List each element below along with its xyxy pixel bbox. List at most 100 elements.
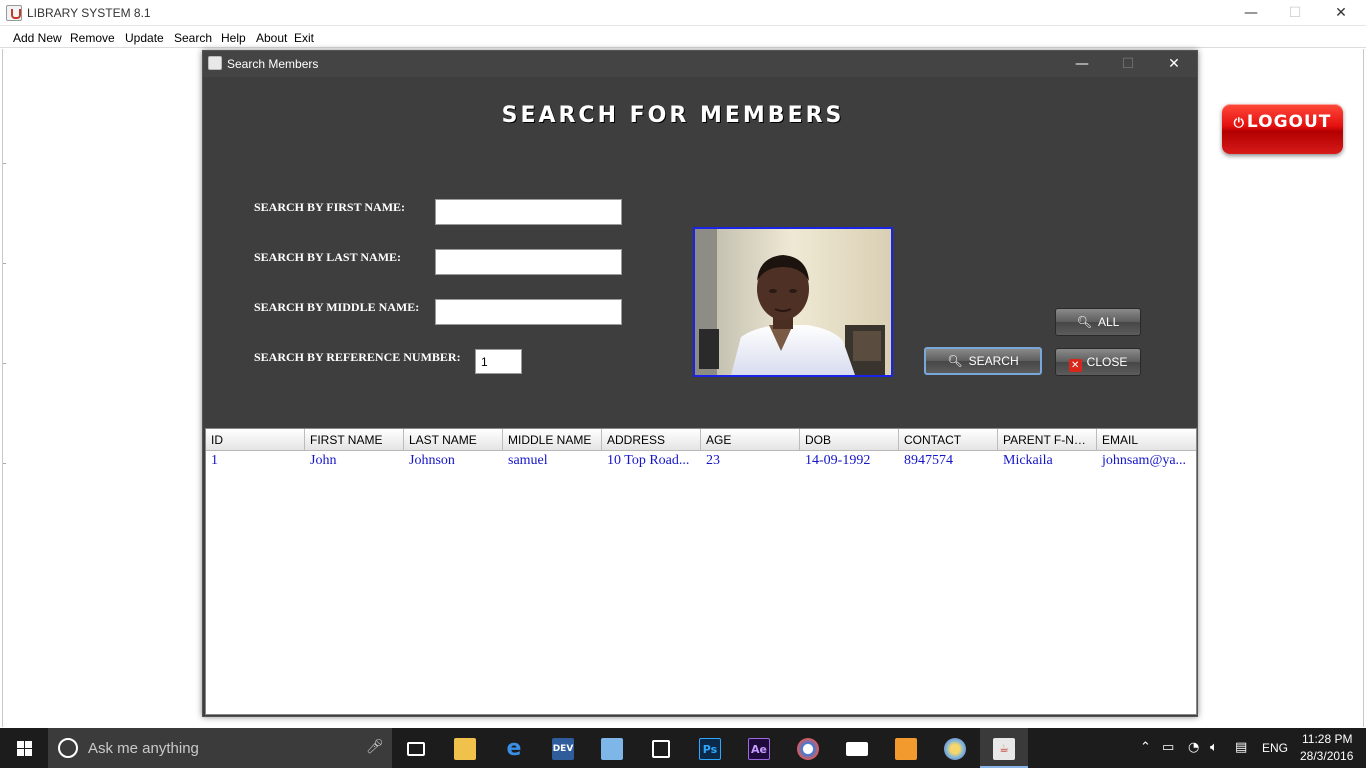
column-header-contact[interactable]: CONTACT [899,429,998,450]
language-indicator[interactable]: ENG [1262,741,1288,755]
cortana-search-box[interactable]: Ask me anything 🎤︎ [48,728,392,768]
devcpp-button[interactable]: DEV [539,728,587,768]
column-header-dob[interactable]: DOB [800,429,899,450]
column-header-address[interactable]: ADDRESS [602,429,701,450]
menu-help[interactable]: Help [221,31,246,45]
file-explorer-button[interactable] [441,728,489,768]
media-player-icon [895,737,917,760]
show-hidden-icons-icon[interactable]: ⌃ [1140,740,1151,755]
menubar: Add New Remove Update Search Help About … [0,27,1366,48]
store-button[interactable] [637,728,685,768]
table-row[interactable]: 1 John Johnson samuel 10 Top Road... 23 … [206,452,1196,470]
column-header-last-name[interactable]: LAST NAME [404,429,503,450]
column-header-id[interactable]: ID [206,429,305,450]
logout-label: LOGOUT [1246,112,1332,132]
cube-icon [601,737,623,760]
middle-name-input[interactable] [435,299,622,325]
menu-exit[interactable]: Exit [294,31,314,45]
taskbar: Ask me anything 🎤︎ e DEV Ps Ae ☕︎ ⌃ ▭ ◔ … [0,728,1366,768]
start-button[interactable] [0,728,48,768]
divider [3,163,6,164]
search-button-label: SEARCH [968,354,1019,368]
menu-add-new[interactable]: Add New [13,31,62,45]
notifications-icon[interactable]: ▤ [1235,740,1247,755]
store-icon [652,739,670,758]
clock-date[interactable]: 28/3/2016 [1300,749,1353,763]
media-player-button[interactable] [882,728,930,768]
table-cell: 10 Top Road... [607,453,690,468]
table-cell: 14-09-1992 [805,453,871,468]
table-header: ID FIRST NAME LAST NAME MIDDLE NAME ADDR… [206,429,1196,451]
cortana-placeholder: Ask me anything [88,740,199,757]
dialog-minimize-button[interactable]: — [1059,51,1105,77]
edge-button[interactable]: e [490,728,538,768]
table-cell: 1 [211,453,218,468]
maximize-button[interactable]: ☐ [1272,0,1318,26]
results-table[interactable]: ID FIRST NAME LAST NAME MIDDLE NAME ADDR… [205,428,1197,715]
main-window-title: LIBRARY SYSTEM 8.1 [27,6,151,20]
dialog-maximize-button[interactable]: ☐ [1105,51,1151,77]
first-name-label: SEARCH BY FIRST NAME: [254,200,406,214]
mail-button[interactable] [833,728,881,768]
middle-name-label: SEARCH BY MIDDLE NAME: [254,300,420,314]
after-effects-button[interactable]: Ae [735,728,783,768]
clock-time[interactable]: 11:28 PM [1302,732,1352,746]
photoshop-button[interactable]: Ps [686,728,734,768]
dialog-close-button[interactable]: ✕ [1151,51,1197,77]
dialog-heading: SEARCH FOR MEMBERS [501,103,845,128]
power-icon: ⏻ [1233,116,1245,131]
last-name-label: SEARCH BY LAST NAME: [254,250,402,264]
all-button[interactable]: 🔍︎ ALL [1055,308,1141,336]
menu-update[interactable]: Update [125,31,164,45]
minimize-button[interactable]: — [1228,0,1274,26]
column-header-email[interactable]: EMAIL [1097,429,1196,450]
edge-icon: e [506,735,522,761]
close-icon: ✕ [1068,359,1082,372]
after-effects-icon: Ae [748,737,770,760]
java-app-icon [6,5,22,21]
battery-icon[interactable]: ▭ [1162,740,1174,755]
search-button[interactable]: 🔍︎ SEARCH [924,347,1042,375]
divider [3,463,6,464]
java-app-icon [208,56,222,70]
menu-remove[interactable]: Remove [70,31,115,45]
task-view-button[interactable] [392,728,440,768]
close-button[interactable]: ✕ [1318,0,1364,26]
table-cell: samuel [508,453,548,468]
column-header-age[interactable]: AGE [701,429,800,450]
paint-icon [944,737,966,760]
column-header-first-name[interactable]: FIRST NAME [305,429,404,450]
3d-box-button[interactable] [588,728,636,768]
java-icon: ☕︎ [993,737,1015,760]
main-titlebar: LIBRARY SYSTEM 8.1 — ☐ ✕ [0,0,1366,26]
devcpp-icon: DEV [552,737,574,760]
table-cell: John [310,453,337,468]
search-members-dialog: Search Members — ☐ ✕ SEARCH FOR MEMBERS … [202,50,1198,717]
column-header-middle-name[interactable]: MIDDLE NAME [503,429,602,450]
magnifier-icon: 🔍︎ [947,354,963,368]
wifi-icon[interactable]: ◔ [1188,740,1199,755]
dialog-titlebar: Search Members — ☐ ✕ [203,51,1197,77]
column-header-parent-first-name[interactable]: PARENT F-NA... [998,429,1097,450]
browser-icon [797,737,819,760]
close-button-label: CLOSE [1086,355,1128,369]
member-photo-image [695,229,891,375]
first-name-input[interactable] [435,199,622,225]
paint-button[interactable] [931,728,979,768]
all-button-label: ALL [1097,315,1120,329]
dialog-title: Search Members [227,57,319,71]
browser-button[interactable] [784,728,832,768]
logout-button[interactable]: ⏻ LOGOUT [1222,104,1343,154]
menu-search[interactable]: Search [174,31,212,45]
microphone-icon[interactable]: 🎤︎ [366,739,384,755]
java-app-button[interactable]: ☕︎ [980,728,1028,768]
cortana-icon [58,738,78,758]
volume-icon[interactable]: 🔈︎ [1210,740,1218,755]
reference-number-input[interactable] [475,349,522,374]
menu-about[interactable]: About [256,31,287,45]
last-name-input[interactable] [435,249,622,275]
photoshop-icon: Ps [699,737,721,760]
divider [3,363,6,364]
table-cell: 23 [706,453,720,468]
close-dialog-button[interactable]: ✕ CLOSE [1055,348,1141,376]
